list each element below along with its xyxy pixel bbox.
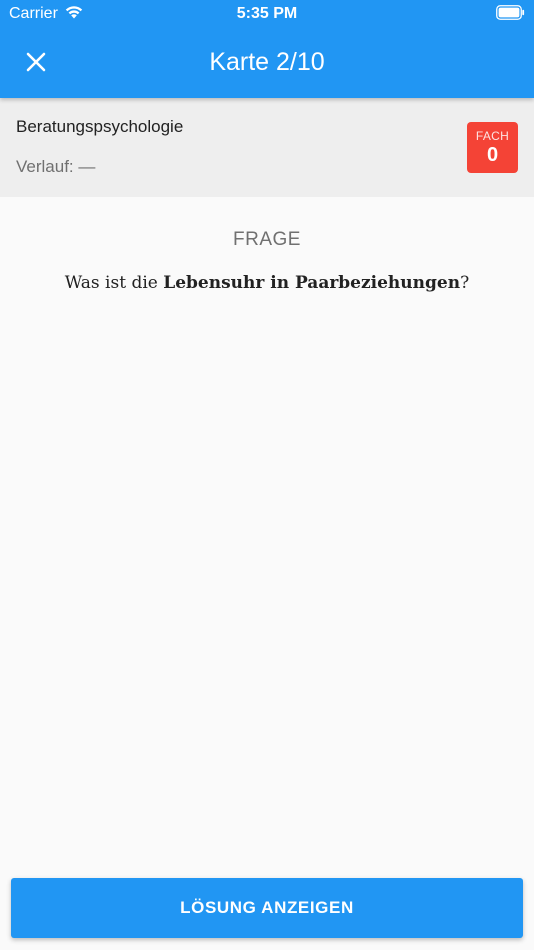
history-row: Verlauf: —	[16, 157, 95, 177]
question-highlight: Lebensuhr in Paarbeziehungen	[163, 273, 461, 293]
box-value: 0	[486, 144, 499, 166]
history-label: Verlauf:	[16, 157, 74, 176]
battery-icon	[496, 5, 525, 25]
status-bar: Carrier 5:35 PM	[0, 0, 534, 28]
show-answer-label: LÖSUNG ANZEIGEN	[180, 898, 354, 917]
question-text: Was ist die Lebensuhr in Paarbeziehungen…	[0, 273, 534, 293]
question-suffix: ?	[460, 273, 470, 293]
page-title: Karte 2/10	[209, 48, 325, 76]
box-label: FACH	[475, 129, 510, 143]
show-answer-button[interactable]: LÖSUNG ANZEIGEN	[11, 878, 523, 938]
question-label: FRAGE	[233, 229, 301, 250]
card-info-bar	[0, 98, 534, 197]
app-bar: Carrier 5:35 PM Karte 2/10	[0, 0, 534, 98]
box-badge: FACH 0	[467, 122, 518, 173]
history-value: —	[78, 157, 96, 176]
subject-label: Beratungspsychologie	[16, 117, 184, 136]
question-prefix: Was ist die	[64, 273, 158, 293]
status-time: 5:35 PM	[236, 5, 298, 22]
